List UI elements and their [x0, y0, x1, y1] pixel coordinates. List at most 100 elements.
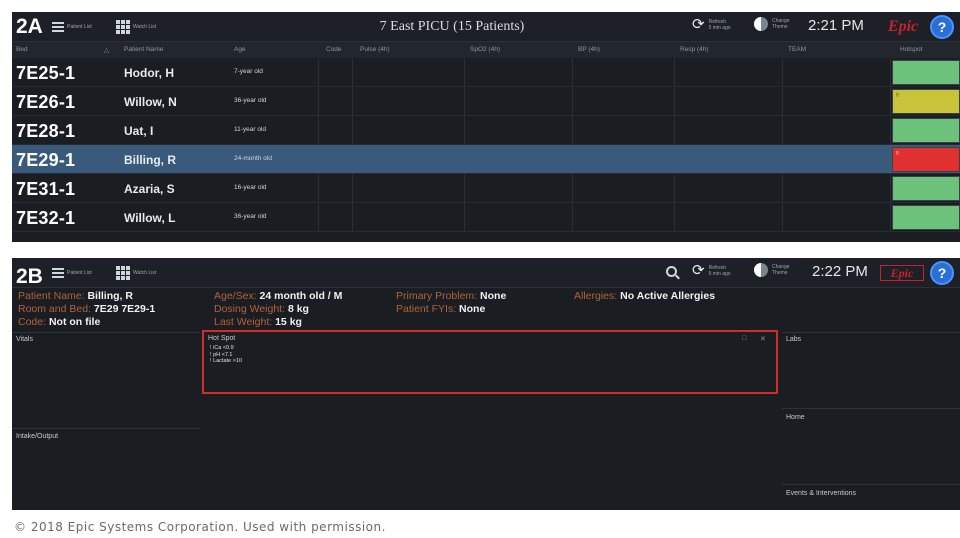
watch-list-button[interactable]: Watch List [116, 264, 156, 282]
refresh-time: 5 min ago [708, 25, 731, 31]
patient-list-label: Patient List [67, 24, 92, 30]
sort-triangle-icon[interactable]: △ [104, 46, 109, 54]
hotspot-indicator[interactable] [892, 60, 960, 85]
patient-header: Patient Name: Billing, R Room and Bed: 7… [12, 288, 960, 332]
clock: 2:21 PM [808, 17, 864, 34]
bed-cell: 7E26-1 [16, 92, 76, 112]
help-icon[interactable]: ? [930, 261, 954, 285]
patient-list-label: Patient List [67, 270, 92, 276]
vitals-section[interactable]: Vitals [12, 332, 200, 424]
help-icon[interactable]: ? [930, 15, 954, 39]
refresh-button[interactable]: ⟳ Refresh 5 min ago [692, 263, 731, 279]
search-icon[interactable] [666, 266, 677, 277]
theme-sub: Theme [772, 24, 788, 30]
intake-output-section[interactable]: Intake/Output [12, 428, 200, 510]
list-icon [52, 22, 64, 32]
hotspot-panel[interactable]: Hot Spot □ ✕ ! iCa <0.9 ! pH <7.1 ! Lact… [202, 330, 778, 394]
panel-2a-unit-census: 2A Patient List Watch List 7 East PICU (… [12, 12, 960, 242]
change-theme-button[interactable]: Change Theme [754, 263, 790, 277]
bed-cell: 7E31-1 [16, 179, 76, 199]
col-pulse[interactable]: Pulse (4h) [360, 46, 390, 53]
hotspot-indicator[interactable] [892, 176, 960, 201]
bed-cell: 7E32-1 [16, 208, 76, 228]
col-bp[interactable]: BP (4h) [578, 46, 600, 53]
patient-name-cell: Azaria, S [124, 182, 175, 196]
patient-row[interactable]: 7E28-1 Uat, I 11-year old [12, 116, 960, 145]
patient-name-cell: Hodor, H [124, 66, 174, 80]
labs-title: Labs [786, 336, 802, 343]
maximize-icon[interactable]: □ [742, 335, 746, 342]
age-cell: 16-year old [234, 184, 267, 191]
room-bed-field: Room and Bed: 7E29 7E29-1 [18, 303, 156, 315]
theme-icon [754, 17, 768, 31]
home-section[interactable]: Home [782, 408, 960, 480]
watch-list-button[interactable]: Watch List [116, 18, 156, 36]
age-cell: 7-year old [234, 68, 263, 75]
col-team[interactable]: TEAM [788, 46, 806, 53]
col-resp[interactable]: Resp (4h) [680, 46, 709, 53]
theme-sub: Theme [772, 270, 788, 276]
patient-fyi-value: None [459, 303, 486, 315]
events-section[interactable]: Events & Interventions [782, 484, 960, 510]
code-value: Not on file [48, 316, 101, 328]
patient-name-value: Billing, R [87, 290, 133, 302]
epic-logo: Epic [887, 17, 919, 35]
close-icon[interactable]: ✕ [760, 335, 766, 343]
patient-row[interactable]: 7E26-1 Willow, N 36-year old !! [12, 87, 960, 116]
patient-row[interactable]: 7E25-1 Hodor, H 7-year old [12, 58, 960, 87]
clock: 2:22 PM [812, 263, 868, 280]
panel-label: 2A [16, 15, 43, 38]
table-header: Bed △ Patient Name Age Code Pulse (4h) S… [12, 42, 960, 58]
panel-2b-patient-summary: 2B Patient List Watch List ⟳ Refresh 5 m… [12, 258, 960, 510]
dosing-weight-field: Dosing Weight: 8 kg [214, 303, 309, 315]
hotspot-indicator[interactable]: !! [892, 147, 960, 172]
primary-problem-value: None [480, 290, 507, 302]
allergies-field: Allergies: No Active Allergies [574, 290, 716, 302]
labs-section[interactable]: Labs [782, 332, 960, 408]
copyright-caption: © 2018 Epic Systems Corporation. Used wi… [14, 520, 386, 534]
col-bed[interactable]: Bed [16, 46, 28, 53]
top-toolbar: 2A Patient List Watch List 7 East PICU (… [12, 12, 960, 42]
patient-list-button[interactable]: Patient List [52, 18, 92, 36]
patient-row[interactable]: 7E32-1 Willow, L 36-year old [12, 203, 960, 232]
patient-row-selected[interactable]: 7E29-1 Billing, R 24-month old !! [12, 145, 960, 174]
age-cell: 36-year old [234, 213, 267, 220]
hotspot-items: ! iCa <0.9 ! pH <7.1 ! Lactate >10 [210, 345, 242, 365]
col-patient-name[interactable]: Patient Name [124, 46, 163, 53]
age-sex-value: 24 month old / M [259, 290, 343, 302]
col-hotspot[interactable]: Hotspot [900, 46, 922, 53]
grid-icon [116, 266, 130, 280]
change-theme-button[interactable]: Change Theme [754, 17, 790, 31]
col-age[interactable]: Age [234, 46, 246, 53]
col-code[interactable]: Code [326, 46, 342, 53]
col-spo2[interactable]: SpO2 (4h) [470, 46, 500, 53]
dosing-weight-value: 8 kg [287, 303, 309, 315]
patient-name-cell: Billing, R [124, 153, 176, 167]
refresh-icon: ⟳ [692, 262, 705, 279]
patient-row[interactable]: 7E31-1 Azaria, S 16-year old [12, 174, 960, 203]
hotspot-indicator[interactable] [892, 118, 960, 143]
refresh-button[interactable]: ⟳ Refresh 5 min ago [692, 17, 731, 33]
last-weight-field: Last Weight: 15 kg [214, 316, 302, 328]
patient-name-cell: Willow, N [124, 95, 177, 109]
room-bed-value: 7E29 7E29-1 [93, 303, 156, 315]
code-field: Code: Not on file [18, 316, 101, 328]
hotspot-indicator[interactable] [892, 205, 960, 230]
hotspot-title: Hot Spot [208, 335, 236, 342]
primary-problem-field: Primary Problem: None [396, 290, 507, 302]
patient-name-cell: Willow, L [124, 211, 176, 225]
patient-list-button[interactable]: Patient List [52, 264, 92, 282]
theme-icon [754, 263, 768, 277]
hotspot-indicator[interactable]: !! [892, 89, 960, 114]
home-title: Home [786, 414, 805, 421]
events-title: Events & Interventions [786, 490, 857, 497]
hotspot-item: ! Lactate >10 [210, 358, 242, 364]
age-cell: 11-year old [234, 126, 267, 133]
last-weight-value: 15 kg [275, 316, 302, 328]
top-toolbar: 2B Patient List Watch List ⟳ Refresh 5 m… [12, 258, 960, 288]
bed-cell: 7E29-1 [16, 150, 76, 170]
epic-logo: Epic [880, 265, 924, 281]
bed-cell: 7E28-1 [16, 121, 76, 141]
age-sex-field: Age/Sex: 24 month old / M [214, 290, 343, 302]
panel-label: 2B [16, 265, 43, 288]
